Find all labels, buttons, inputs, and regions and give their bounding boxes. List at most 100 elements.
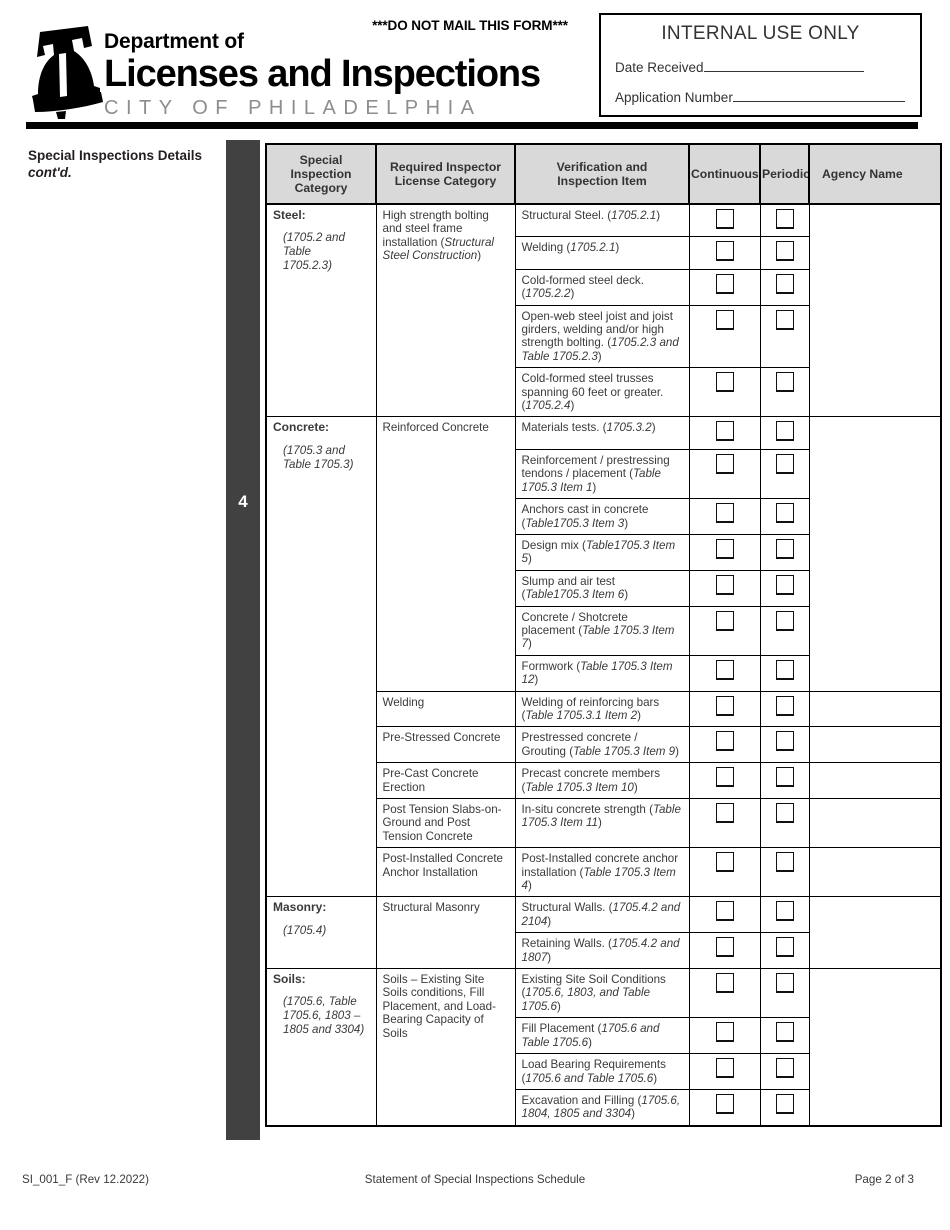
- periodic-checkbox[interactable]: [776, 973, 794, 994]
- periodic-checkbox[interactable]: [776, 659, 794, 680]
- periodic-checkbox[interactable]: [776, 1022, 794, 1043]
- agency-name-input[interactable]: [808, 797, 942, 849]
- cell-periodic: [759, 605, 810, 656]
- continuous-checkbox[interactable]: [716, 241, 734, 262]
- step-number: 4: [238, 492, 248, 511]
- periodic-checkbox[interactable]: [776, 852, 794, 873]
- agency-name-input[interactable]: [808, 203, 942, 418]
- periodic-checkbox[interactable]: [776, 503, 794, 524]
- continuous-checkbox[interactable]: [716, 937, 734, 958]
- periodic-checkbox[interactable]: [776, 695, 794, 716]
- cell-special-inspection-category: Steel: (1705.2 and Table 1705.2.3): [265, 203, 377, 418]
- date-received-input[interactable]: [703, 58, 864, 72]
- cell-required-inspector-license-category: Soils – Existing Site Soils conditions, …: [375, 968, 516, 1127]
- cell-continuous: [688, 762, 761, 799]
- continuous-checkbox[interactable]: [716, 273, 734, 294]
- category-name: Masonry:: [273, 900, 327, 915]
- periodic-checkbox[interactable]: [776, 309, 794, 330]
- section-label: Special Inspections Details cont'd.: [28, 147, 223, 181]
- continuous-checkbox[interactable]: [716, 803, 734, 823]
- cell-verification-and-inspection-item: Slump and air test (Table1705.3 Item 6): [514, 569, 690, 607]
- cell-verification-and-inspection-item: Formwork (Table 1705.3 Item 12): [514, 654, 690, 692]
- continuous-checkbox[interactable]: [716, 659, 734, 680]
- cell-continuous: [688, 236, 761, 270]
- agency-name-input[interactable]: [808, 896, 942, 970]
- section-label-line2: cont'd.: [28, 165, 72, 180]
- agency-name-input[interactable]: [808, 726, 942, 764]
- periodic-checkbox[interactable]: [776, 209, 794, 229]
- dept-line-1: Department of: [104, 30, 244, 53]
- continuous-checkbox[interactable]: [716, 695, 734, 716]
- periodic-checkbox[interactable]: [776, 421, 794, 442]
- cell-periodic: [759, 762, 810, 799]
- cell-continuous: [688, 726, 761, 764]
- cell-verification-and-inspection-item: Fill Placement (1705.6 and Table 1705.6): [514, 1017, 690, 1055]
- cell-verification-and-inspection-item: Cold-formed steel deck. (1705.2.2): [514, 268, 690, 306]
- continuous-checkbox[interactable]: [716, 503, 734, 524]
- date-received-row: Date Received: [615, 58, 920, 75]
- cell-periodic: [759, 654, 810, 692]
- cell-continuous: [688, 498, 761, 535]
- table-row: Masonry: (1705.4) Structural Masonry Struct…: [265, 896, 942, 970]
- agency-name-input[interactable]: [808, 762, 942, 799]
- table-row: Soils: (1705.6, Table 1705.6, 1803 –1805 …: [265, 968, 942, 1127]
- cell-continuous: [688, 268, 761, 306]
- agency-name-input[interactable]: [808, 968, 942, 1127]
- periodic-checkbox[interactable]: [776, 241, 794, 262]
- continuous-checkbox[interactable]: [716, 538, 734, 559]
- periodic-checkbox[interactable]: [776, 372, 794, 393]
- continuous-checkbox[interactable]: [716, 767, 734, 788]
- continuous-checkbox[interactable]: [716, 453, 734, 474]
- periodic-checkbox[interactable]: [776, 937, 794, 958]
- periodic-checkbox[interactable]: [776, 610, 794, 631]
- periodic-checkbox[interactable]: [776, 1058, 794, 1079]
- cell-verification-and-inspection-item: Structural Walls. (1705.4.2 and 2104): [514, 896, 690, 934]
- cell-continuous: [688, 203, 761, 238]
- cell-continuous: [688, 1017, 761, 1055]
- periodic-checkbox[interactable]: [776, 767, 794, 788]
- agency-name-input[interactable]: [808, 690, 942, 728]
- continuous-checkbox[interactable]: [716, 1093, 734, 1114]
- category-reference: (1705.2 and Table 1705.2.3): [283, 231, 345, 273]
- cell-periodic: [759, 498, 810, 535]
- continuous-checkbox[interactable]: [716, 852, 734, 873]
- periodic-checkbox[interactable]: [776, 273, 794, 294]
- cell-continuous: [688, 533, 761, 571]
- continuous-checkbox[interactable]: [716, 901, 734, 922]
- table-row: Concrete: (1705.3 and Table 1705.3) Reinfor…: [265, 416, 942, 898]
- periodic-checkbox[interactable]: [776, 731, 794, 752]
- continuous-checkbox[interactable]: [716, 309, 734, 330]
- continuous-checkbox[interactable]: [716, 610, 734, 631]
- continuous-checkbox[interactable]: [716, 209, 734, 229]
- category-name: Steel:: [273, 208, 306, 222]
- table-row: Steel: (1705.2 and Table 1705.2.3) High str…: [265, 203, 942, 418]
- periodic-checkbox[interactable]: [776, 1093, 794, 1114]
- continuous-checkbox[interactable]: [716, 372, 734, 393]
- periodic-checkbox[interactable]: [776, 803, 794, 823]
- continuous-checkbox[interactable]: [716, 421, 734, 442]
- cell-continuous: [688, 847, 761, 898]
- cell-periodic: [759, 797, 810, 849]
- periodic-checkbox[interactable]: [776, 453, 794, 474]
- cell-continuous: [688, 797, 761, 849]
- continuous-checkbox[interactable]: [716, 731, 734, 752]
- continuous-checkbox[interactable]: [716, 574, 734, 595]
- continuous-checkbox[interactable]: [716, 1058, 734, 1079]
- category-reference: (1705.3 and Table 1705.3): [283, 443, 354, 471]
- agency-name-input[interactable]: [808, 416, 942, 692]
- category-name: Soils:: [273, 972, 306, 987]
- application-number-input[interactable]: [732, 88, 905, 102]
- continuous-checkbox[interactable]: [716, 1022, 734, 1043]
- agency-name-input[interactable]: [808, 847, 942, 898]
- cell-required-inspector-license-category: Structural Masonry: [375, 896, 516, 970]
- cell-verification-and-inspection-item: Structural Steel. (1705.2.1): [514, 203, 690, 238]
- date-received-label: Date Received: [615, 60, 704, 75]
- cell-verification-and-inspection-item: Precast concrete members (Table 1705.3 I…: [514, 762, 690, 799]
- cell-periodic: [759, 726, 810, 764]
- cell-periodic: [759, 1053, 810, 1090]
- periodic-checkbox[interactable]: [776, 538, 794, 559]
- cell-verification-and-inspection-item: Excavation and Filling (1705.6, 1804, 18…: [514, 1088, 690, 1127]
- continuous-checkbox[interactable]: [716, 973, 734, 994]
- periodic-checkbox[interactable]: [776, 901, 794, 922]
- periodic-checkbox[interactable]: [776, 574, 794, 595]
